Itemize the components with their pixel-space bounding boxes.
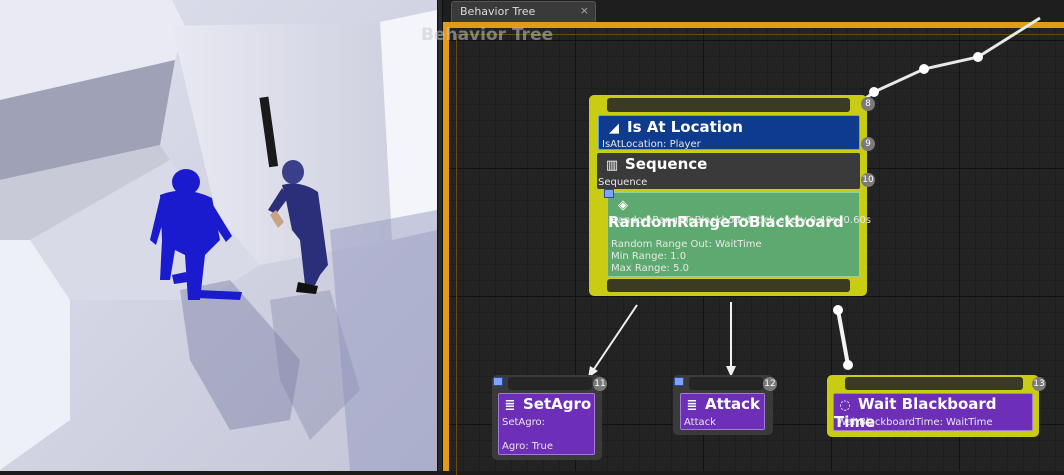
composite-subtitle: Sequence [598, 177, 648, 188]
task-line: SetAgro: [502, 417, 545, 428]
task-title: Attack [705, 395, 760, 413]
task-header: ◌ Wait Blackboard Time [834, 395, 1032, 431]
wire-knot [919, 64, 929, 74]
service-line: Min Range: 1.0 [611, 251, 687, 262]
task-line: Agro: True [502, 441, 553, 452]
service-header: ◈RandomRangeToBlackboard [608, 195, 859, 231]
service-line: Max Range: 5.0 [611, 263, 689, 274]
task-wait-blackboard-time[interactable]: ◌ Wait Blackboard Time WaitBlackboardTime… [833, 393, 1033, 431]
task-icon: ≣ [686, 398, 698, 413]
service-icon: ◈ [618, 198, 628, 213]
task-input-bar[interactable] [845, 377, 1023, 390]
task-attack[interactable]: ≣ Attack Attack [680, 393, 765, 430]
service-line: Random Range Out: WaitTime [611, 239, 762, 250]
decorator-index: 9 [861, 137, 875, 151]
wire-knot [869, 87, 879, 97]
task-header: ≣ SetAgro [499, 395, 594, 417]
node-output-bar[interactable] [607, 279, 850, 292]
task-title: SetAgro [523, 395, 592, 413]
decorator-title: Is At Location [627, 118, 743, 136]
wire-knot [843, 360, 853, 370]
task-pin [674, 377, 684, 386]
decorator-header: ◢ Is At Location [599, 118, 859, 140]
composite-header: ▥ Sequence [597, 155, 860, 177]
service-pin [604, 189, 614, 198]
task-setagro[interactable]: ≣ SetAgro SetAgro: Agro: True [498, 393, 595, 455]
composite-sequence[interactable]: ▥ Sequence Sequence [597, 153, 860, 189]
task-index: 12 [763, 377, 777, 391]
node-input-bar[interactable] [607, 98, 850, 112]
node-index: 8 [861, 97, 875, 111]
service-random-range[interactable]: ◈RandomRangeToBlackboard RandomRangeToBl… [607, 192, 871, 277]
task-header: ≣ Attack [681, 395, 764, 417]
composite-index: 10 [861, 173, 875, 187]
wire-wait [836, 309, 850, 366]
task-pin [493, 377, 503, 386]
location-icon: ◢ [609, 121, 619, 136]
sequence-icon: ▥ [605, 158, 619, 173]
task-icon: ≣ [504, 398, 516, 413]
wire-setagro [591, 304, 638, 373]
task-input-bar[interactable] [508, 377, 592, 390]
service-line: RandomRangeToBlackboard: tick every 0.40… [611, 215, 872, 226]
task-index: 13 [1032, 377, 1046, 391]
wait-icon: ◌ [839, 398, 851, 413]
task-index: 11 [593, 377, 607, 391]
composite-title: Sequence [625, 155, 708, 173]
decorator-subtitle: IsAtLocation: Player [602, 139, 701, 150]
wire-knot [833, 305, 843, 315]
wire-knot [973, 52, 983, 62]
task-input-bar[interactable] [689, 377, 763, 390]
decorator-is-at-location[interactable]: ◢ Is At Location IsAtLocation: Player [598, 115, 860, 150]
root-wire [857, 16, 1041, 106]
task-line: WaitBlackboardTime: WaitTime [837, 417, 993, 428]
task-line: Attack [684, 417, 716, 428]
